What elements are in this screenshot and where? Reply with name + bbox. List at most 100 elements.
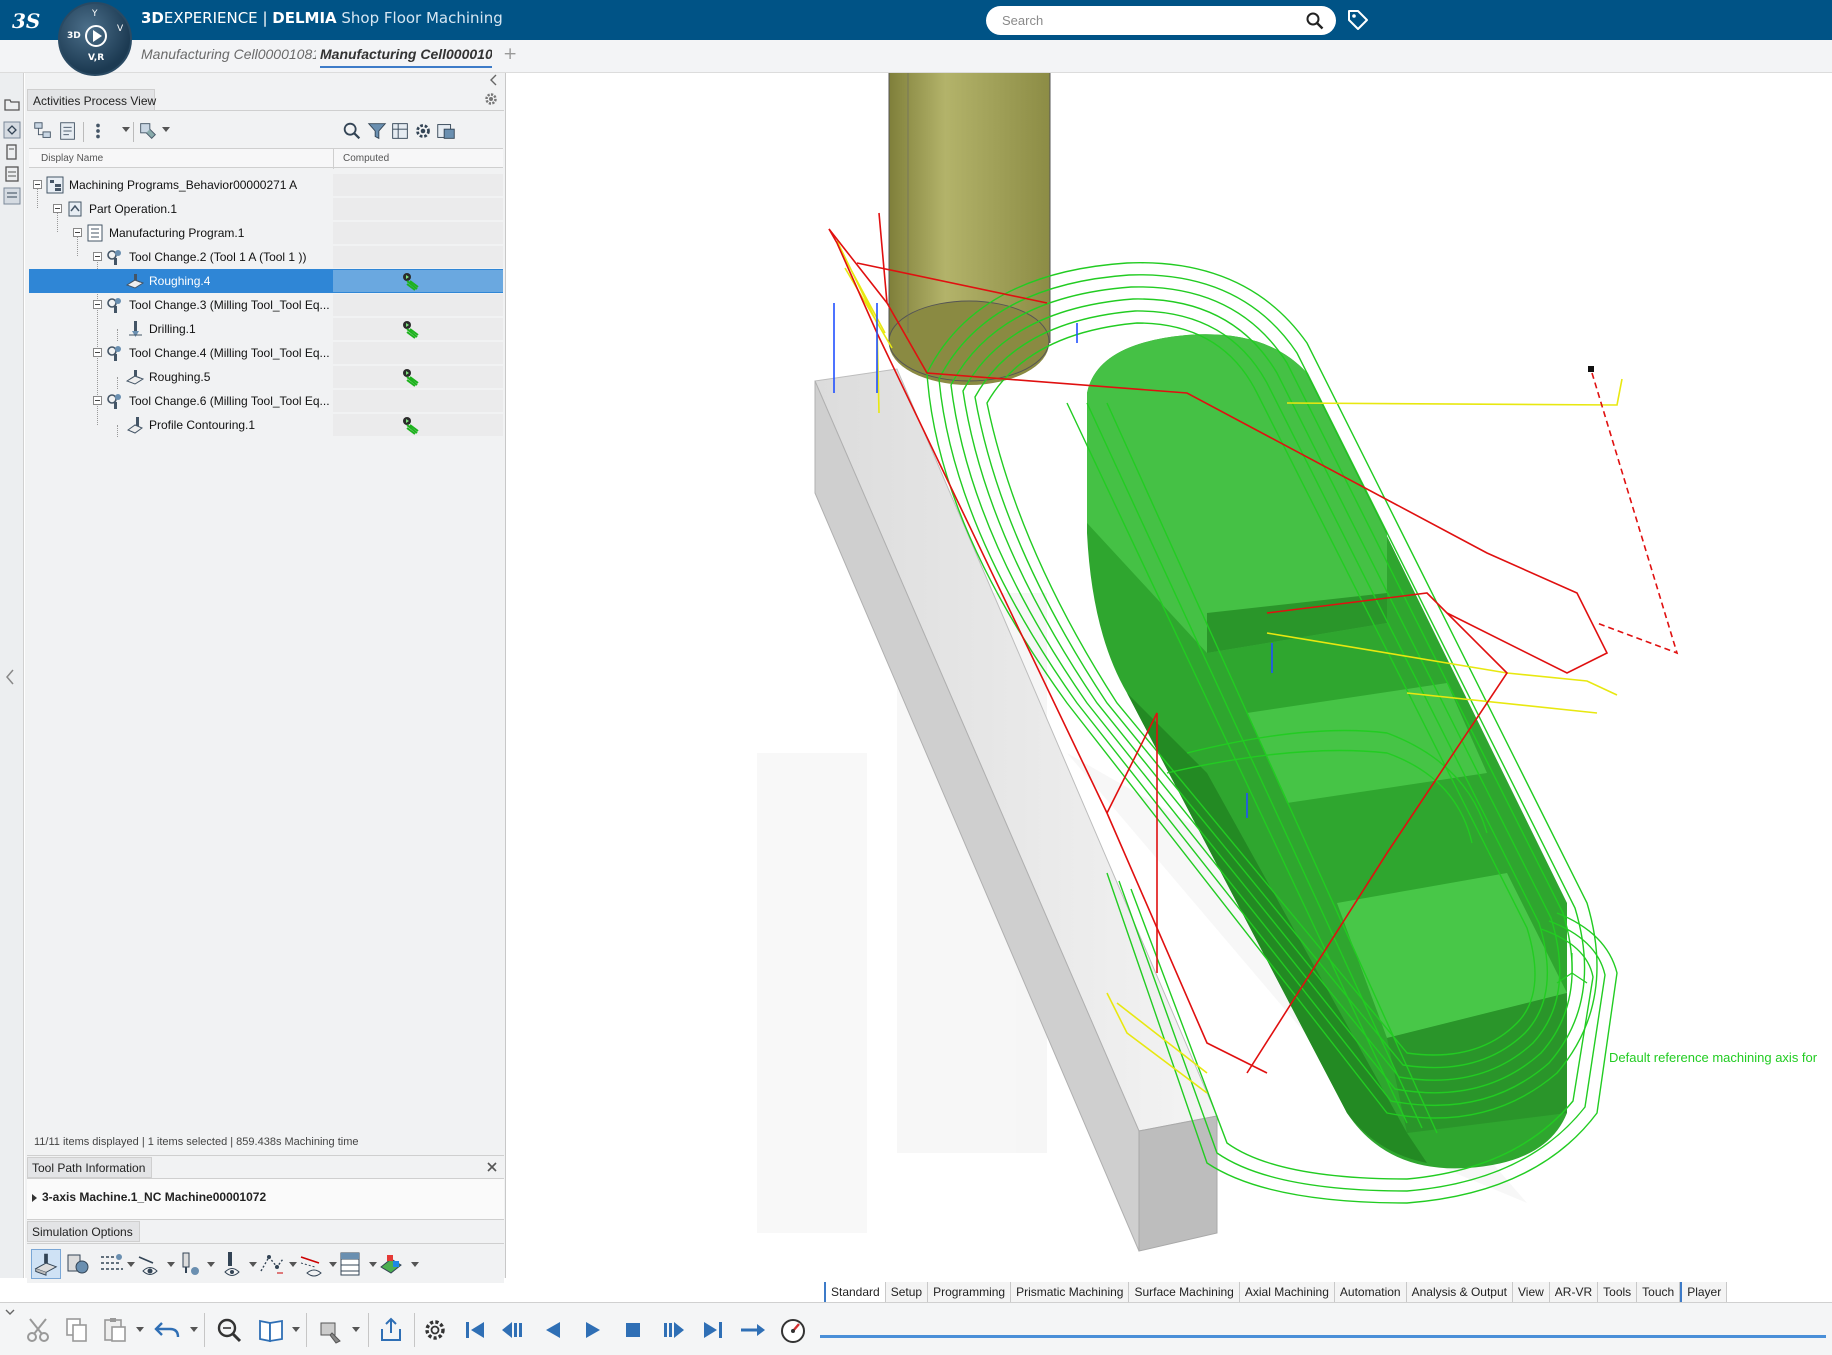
resource-icon[interactable] [3,143,21,161]
table-settings-icon[interactable] [388,119,412,143]
visibility-icon[interactable] [135,1249,165,1279]
speed-gauge-icon[interactable] [778,1315,808,1345]
more-options-icon[interactable] [4,1307,16,1317]
machine-control-icon[interactable] [316,1315,346,1345]
3d-viewport[interactable]: Default reference machining axis for [507,73,1832,1278]
tree-row-drilling-1[interactable]: Drilling.1 [29,317,503,341]
path-visibility-dropdown-icon[interactable] [329,1262,337,1267]
tag-icon[interactable] [1346,8,1370,32]
program-list-icon[interactable] [56,119,80,143]
report-dropdown-icon[interactable] [369,1262,377,1267]
tree-row-tool-change-2[interactable]: Tool Change.2 (Tool 1 A (Tool 1 )) [29,245,503,269]
collapse-toggle[interactable] [93,300,102,309]
cut-icon[interactable] [24,1315,54,1345]
material-removal-icon[interactable] [31,1249,61,1279]
export-table-icon[interactable] [434,119,458,143]
tool-visibility-dropdown-icon[interactable] [249,1262,257,1267]
section-tab-player[interactable]: Player [1680,1282,1728,1302]
tree-row-tool-change-4[interactable]: Tool Change.4 (Milling Tool_Tool Eq... [29,341,503,365]
section-tab-ar-vr[interactable]: AR-VR [1549,1282,1599,1302]
machine-control-dropdown-icon[interactable] [352,1327,360,1332]
simulation-progress-bar[interactable] [820,1335,1826,1338]
collapse-toggle[interactable] [93,252,102,261]
copy-icon[interactable] [62,1315,92,1345]
points-dropdown-icon[interactable] [289,1262,297,1267]
section-tab-automation[interactable]: Automation [1334,1282,1407,1302]
undo-icon[interactable] [152,1315,182,1345]
undo-dropdown-icon[interactable] [190,1327,198,1332]
tree-row-tool-change-6[interactable]: Tool Change.6 (Milling Tool_Tool Eq... [29,389,503,413]
go-to-start-icon[interactable] [460,1315,490,1345]
section-tab-prismatic-machining[interactable]: Prismatic Machining [1011,1282,1130,1302]
tree-row-part-operation[interactable]: Part Operation.1 [29,197,503,221]
computed-toolpath-icon[interactable] [401,319,421,339]
section-tab-axial-machining[interactable]: Axial Machining [1239,1282,1335,1302]
section-tab-touch[interactable]: Touch [1637,1282,1681,1302]
collapse-panel-icon[interactable] [489,73,499,87]
toolpath-dropdown-icon[interactable] [127,1262,135,1267]
compass-play-icon[interactable] [85,25,107,47]
section-tab-programming[interactable]: Programming [928,1282,1012,1302]
analysis-color-icon[interactable] [377,1249,407,1279]
path-visibility-icon[interactable] [297,1249,327,1279]
filter-icon[interactable] [365,119,389,143]
gear-icon[interactable] [483,91,499,107]
add-tab-button[interactable]: + [503,44,517,64]
next-arrow-icon[interactable] [738,1315,768,1345]
section-tab-tools[interactable]: Tools [1598,1282,1638,1302]
section-tab-setup[interactable]: Setup [885,1282,929,1302]
section-tab-surface-machining[interactable]: Surface Machining [1129,1282,1240,1302]
compass-widget[interactable]: Y 3D V V,R [58,2,132,76]
report-table-icon[interactable] [337,1249,367,1279]
expand-arrow-icon[interactable] [32,1194,37,1202]
search-box[interactable] [986,6,1336,35]
tool-visibility-icon[interactable] [217,1249,247,1279]
vertical-dots-icon[interactable] [86,119,110,143]
dassault-logo-icon[interactable]: 3S [10,6,44,34]
tool-dropdown-icon[interactable] [207,1262,215,1267]
settings-gear-icon[interactable] [420,1315,450,1345]
analysis-dropdown-icon[interactable] [411,1262,419,1267]
activities-view-icon[interactable] [3,187,21,205]
options-gear-icon[interactable] [411,119,435,143]
folder-icon[interactable] [3,95,21,113]
tab-manufacturing-cell-2[interactable]: Manufacturing Cell00001092 [320,46,492,68]
tree-row-tool-change-3[interactable]: Tool Change.3 (Milling Tool_Tool Eq... [29,293,503,317]
search-input[interactable] [1002,11,1292,29]
dots-dropdown-icon[interactable] [122,127,130,132]
simulation-options-title[interactable]: Simulation Options [27,1221,140,1242]
machine-label[interactable]: 3-axis Machine.1_NC Machine00001072 [42,1190,266,1204]
collapse-toggle[interactable] [33,180,42,189]
play-forward-icon[interactable] [578,1315,608,1345]
tab-manufacturing-cell-1[interactable]: Manufacturing Cell00001081 [141,46,316,62]
machine-resource-icon[interactable] [136,119,160,143]
section-tab-standard[interactable]: Standard [824,1282,886,1302]
book-icon[interactable] [256,1315,286,1345]
resource-dropdown-icon[interactable] [162,127,170,132]
book-dropdown-icon[interactable] [292,1327,300,1332]
go-to-end-icon[interactable] [698,1315,728,1345]
expand-left-panel-icon[interactable] [4,667,16,687]
close-icon[interactable] [485,1157,499,1177]
toolpath-display-icon[interactable] [97,1249,127,1279]
paste-icon[interactable] [100,1315,130,1345]
section-tab-view[interactable]: View [1513,1282,1550,1302]
machining-scene[interactable] [507,73,1832,1278]
search-tree-icon[interactable] [340,119,364,143]
visibility-dropdown-icon[interactable] [167,1262,175,1267]
step-backward-icon[interactable] [498,1315,528,1345]
step-forward-icon[interactable] [658,1315,688,1345]
process-tree-icon[interactable] [3,121,21,139]
computed-toolpath-icon[interactable] [401,415,421,435]
machine-simulation-icon[interactable] [63,1249,93,1279]
tree-row-machining-programs[interactable]: Machining Programs_Behavior00000271 A [29,173,503,197]
section-tab-analysis-output[interactable]: Analysis & Output [1406,1282,1513,1302]
column-computed[interactable]: Computed [343,153,389,164]
collapse-toggle[interactable] [93,348,102,357]
tool-display-icon[interactable] [175,1249,205,1279]
tree-structure-icon[interactable] [31,119,55,143]
tree-row-profile-contouring-1[interactable]: Profile Contouring.1 [29,413,503,437]
column-display-name[interactable]: Display Name [41,153,103,164]
collapse-toggle[interactable] [73,228,82,237]
points-display-icon[interactable] [257,1249,287,1279]
